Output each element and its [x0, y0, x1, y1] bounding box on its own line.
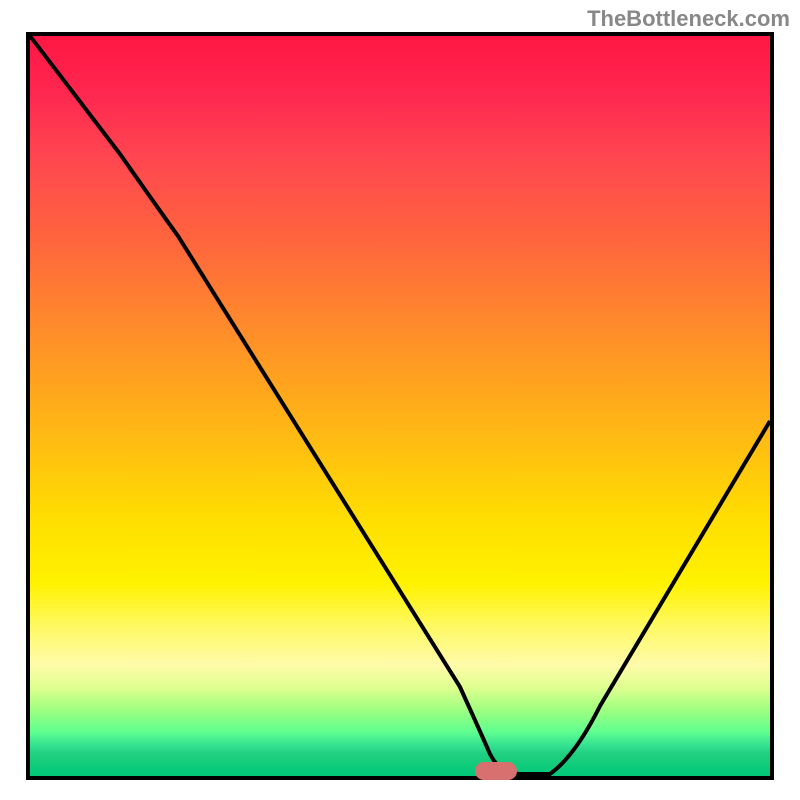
watermark-text: TheBottleneck.com: [587, 6, 790, 32]
optimal-marker: [475, 762, 517, 780]
chart-frame: [26, 32, 774, 780]
bottleneck-curve-path: [30, 36, 770, 774]
chart-container: TheBottleneck.com: [0, 0, 800, 800]
curve-svg: [30, 36, 770, 776]
